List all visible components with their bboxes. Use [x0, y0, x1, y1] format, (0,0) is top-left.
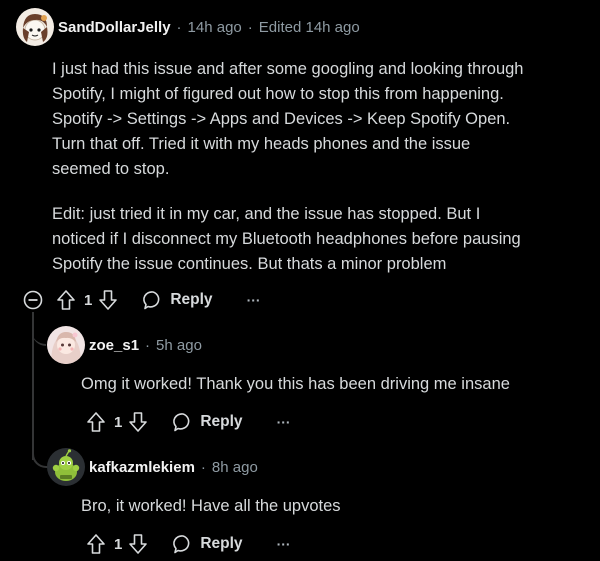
username[interactable]: kafkazmlekiem [89, 459, 195, 476]
body-line: noticed if I disconnect my Bluetooth hea… [52, 230, 521, 248]
meta-separator: · [200, 459, 206, 476]
body-line: seemed to stop. [52, 160, 170, 178]
comment-header-1: SandDollarJelly · 14h ago · Edited 14h a… [58, 19, 360, 36]
collapse-icon[interactable] [23, 290, 43, 310]
more-icon[interactable]: ··· [277, 536, 291, 552]
reply-button[interactable]: Reply [172, 533, 243, 555]
comment-body-2: Omg it worked! Thank you this has been d… [81, 375, 510, 393]
vote-count: 1 [84, 291, 93, 309]
downvote-icon[interactable] [128, 533, 148, 555]
vote-count: 1 [114, 413, 123, 431]
reply-label: Reply [200, 413, 243, 430]
edited-label: Edited 14h ago [258, 19, 360, 36]
timestamp[interactable]: 5h ago [156, 337, 202, 354]
vote-count: 1 [114, 535, 123, 553]
upvote-icon[interactable] [56, 289, 76, 311]
comment-header-3: kafkazmlekiem · 8h ago [89, 459, 258, 476]
reply-icon [172, 411, 194, 433]
comment-body-1-edit: Edit: just tried it in my car, and the i… [52, 202, 592, 277]
comment-header-2: zoe_s1 · 5h ago [89, 337, 202, 354]
more-icon[interactable]: ··· [277, 414, 291, 430]
comment-body-3: Bro, it worked! Have all the upvotes [81, 497, 341, 515]
reply-label: Reply [200, 535, 243, 552]
thread-connector-kafka [32, 440, 48, 468]
downvote-icon[interactable] [98, 289, 118, 311]
reply-icon [172, 533, 194, 555]
username[interactable]: zoe_s1 [89, 337, 139, 354]
comment-actions-1: 1 Reply ··· [56, 288, 261, 312]
body-line: Spotify -> Settings -> Apps and Devices … [52, 110, 511, 128]
more-icon[interactable]: ··· [247, 292, 261, 308]
avatar-zoe[interactable] [47, 326, 85, 364]
meta-separator: · [176, 19, 182, 36]
downvote-icon[interactable] [128, 411, 148, 433]
meta-separator: · [145, 337, 151, 354]
comment-body-1: I just had this issue and after some goo… [52, 57, 592, 182]
reply-icon [142, 289, 164, 311]
body-line: Turn that off. Tried it with my heads ph… [52, 135, 471, 153]
reply-button[interactable]: Reply [172, 411, 243, 433]
timestamp[interactable]: 8h ago [212, 459, 258, 476]
body-line: Edit: just tried it in my car, and the i… [52, 205, 481, 223]
avatar-sanddollarjelly[interactable] [16, 8, 54, 46]
upvote-icon[interactable] [86, 411, 106, 433]
username[interactable]: SandDollarJelly [58, 19, 171, 36]
avatar-kafkazmlekiem[interactable] [47, 448, 85, 486]
body-line: I just had this issue and after some goo… [52, 60, 524, 78]
comment-actions-3: 1 Reply ··· [86, 532, 291, 556]
body-line: Spotify, I might of figured out how to s… [52, 85, 504, 103]
upvote-icon[interactable] [86, 533, 106, 555]
reply-button[interactable]: Reply [142, 289, 213, 311]
timestamp[interactable]: 14h ago [188, 19, 242, 36]
body-line: Spotify the issue continues. But thats a… [52, 255, 447, 273]
reply-label: Reply [170, 291, 213, 308]
thread-connector-zoe [32, 312, 46, 346]
comment-actions-2: 1 Reply ··· [86, 410, 291, 434]
meta-separator: · [247, 19, 253, 36]
